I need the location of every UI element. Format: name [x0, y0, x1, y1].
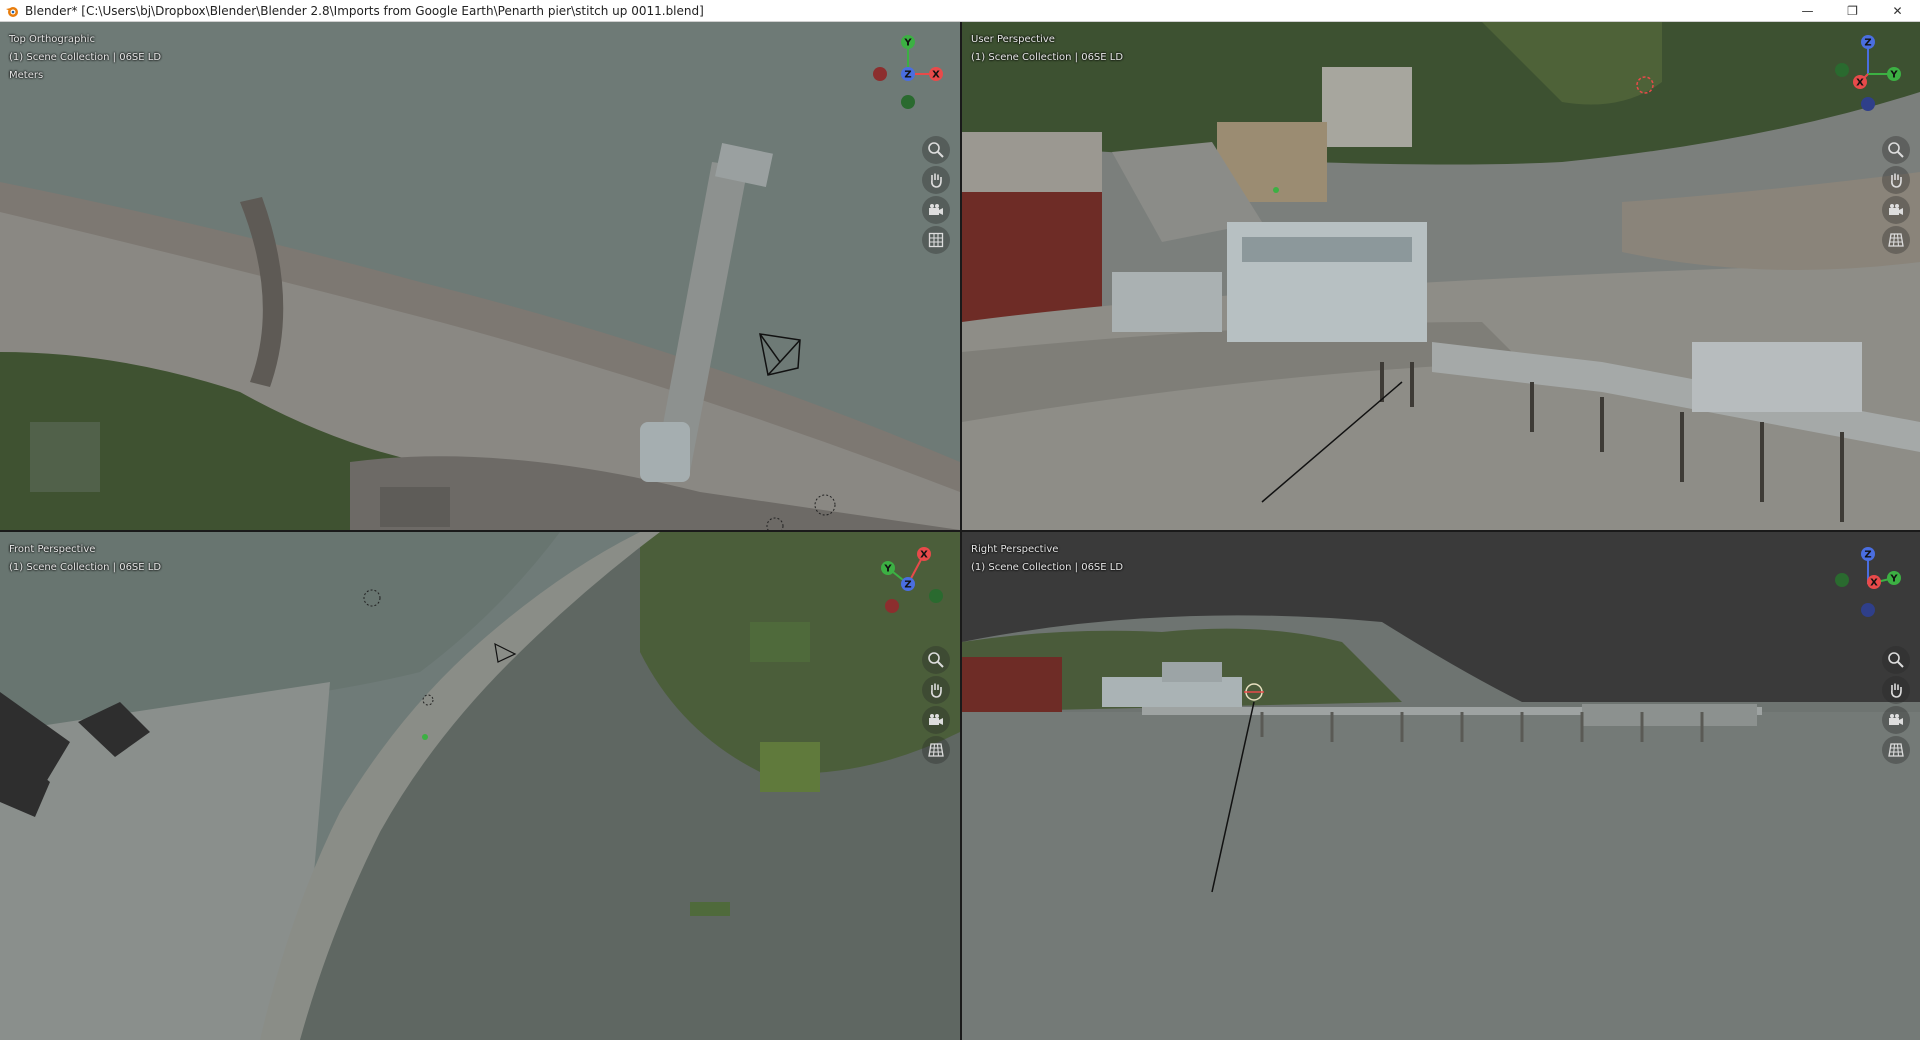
grid-icon[interactable] [922, 226, 950, 254]
hand-pan-icon[interactable] [922, 676, 950, 704]
viewport-user-perspective[interactable]: User Perspective (1) Scene Collection | … [962, 22, 1920, 530]
viewport-info-overlay: Top Orthographic (1) Scene Collection | … [9, 31, 161, 85]
viewport-top-orthographic[interactable]: Top Orthographic (1) Scene Collection | … [0, 22, 960, 530]
viewport-info-overlay: User Perspective (1) Scene Collection | … [971, 31, 1123, 67]
gizmo-x-label: X [932, 70, 940, 81]
units-label: Meters [9, 70, 44, 81]
gizmo-neg-z-axis[interactable] [1861, 603, 1875, 617]
collection-label: (1) Scene Collection | 06SE LD [971, 52, 1124, 63]
minimize-button[interactable]: — [1785, 0, 1830, 22]
gizmo-z-label: Z [1864, 38, 1871, 49]
restore-button[interactable]: ❐ [1830, 0, 1875, 22]
viewport-info-overlay: Front Perspective (1) Scene Collection |… [9, 541, 161, 577]
navigation-gizmo[interactable]: Z Y X [1828, 34, 1908, 114]
gizmo-x-label: X [920, 550, 928, 561]
gizmo-neg-y-axis[interactable] [1835, 573, 1849, 587]
gizmo-y-label: Y [883, 564, 892, 575]
view-name-label: Right Perspective [971, 544, 1059, 555]
view-name-label: User Perspective [971, 34, 1055, 45]
blender-logo-icon [6, 6, 18, 17]
navigation-gizmo[interactable]: Z Y X [1828, 544, 1908, 624]
hand-pan-icon[interactable] [1882, 676, 1910, 704]
zoom-icon[interactable] [922, 136, 950, 164]
grid-icon[interactable] [1882, 226, 1910, 254]
view-name-label: Front Perspective [9, 544, 96, 555]
zoom-icon[interactable] [922, 646, 950, 674]
collection-label: (1) Scene Collection | 06SE LD [9, 562, 162, 573]
close-button[interactable]: ✕ [1875, 0, 1920, 22]
navigation-toolbar [1882, 646, 1910, 766]
navigation-toolbar [922, 646, 950, 766]
gizmo-z-label: Z [904, 70, 911, 81]
hand-pan-icon[interactable] [922, 166, 950, 194]
viewport-front-perspective[interactable]: Front Perspective (1) Scene Collection |… [0, 532, 960, 1040]
navigation-gizmo[interactable]: Y X Z [868, 544, 948, 624]
grid-icon[interactable] [1882, 736, 1910, 764]
navigation-gizmo[interactable]: Y X Z [868, 34, 948, 114]
gizmo-x-label: X [1870, 578, 1878, 589]
zoom-icon[interactable] [1882, 136, 1910, 164]
viewport-area: Top Orthographic (1) Scene Collection | … [0, 22, 1920, 1040]
view-name-label: Top Orthographic [9, 34, 95, 45]
viewport-scene-top [0, 22, 960, 530]
viewport-right-perspective[interactable]: Right Perspective (1) Scene Collection |… [962, 532, 1920, 1040]
gizmo-neg-y-axis[interactable] [901, 95, 915, 109]
viewport-scene-front [0, 532, 960, 1040]
gizmo-neg-x-axis[interactable] [885, 599, 899, 613]
hand-pan-icon[interactable] [1882, 166, 1910, 194]
gizmo-x-label: X [1856, 78, 1864, 89]
window-titlebar: Blender* [C:\Users\bj\Dropbox\Blender\Bl… [0, 0, 1920, 22]
camera-icon[interactable] [1882, 196, 1910, 224]
gizmo-z-label: Z [1864, 550, 1871, 561]
navigation-toolbar [922, 136, 950, 256]
gizmo-neg-y-axis[interactable] [1835, 63, 1849, 77]
gizmo-y-label: Y [1889, 70, 1898, 81]
collection-label: (1) Scene Collection | 06SE LD [9, 52, 162, 63]
navigation-toolbar [1882, 136, 1910, 256]
collection-label: (1) Scene Collection | 06SE LD [971, 562, 1124, 573]
camera-icon[interactable] [922, 196, 950, 224]
gizmo-y-label: Y [1889, 574, 1898, 585]
window-title: Blender* [C:\Users\bj\Dropbox\Blender\Bl… [25, 3, 704, 18]
grid-icon[interactable] [922, 736, 950, 764]
gizmo-neg-x-axis[interactable] [873, 67, 887, 81]
gizmo-neg-z-axis[interactable] [1861, 97, 1875, 111]
viewport-info-overlay: Right Perspective (1) Scene Collection |… [971, 541, 1123, 577]
zoom-icon[interactable] [1882, 646, 1910, 674]
camera-icon[interactable] [922, 706, 950, 734]
gizmo-y-label: Y [903, 38, 912, 49]
viewport-scene-right [962, 532, 1920, 1040]
camera-icon[interactable] [1882, 706, 1910, 734]
gizmo-z-label: Z [904, 580, 911, 591]
viewport-scene-user [962, 22, 1920, 530]
gizmo-neg-y-axis[interactable] [929, 589, 943, 603]
